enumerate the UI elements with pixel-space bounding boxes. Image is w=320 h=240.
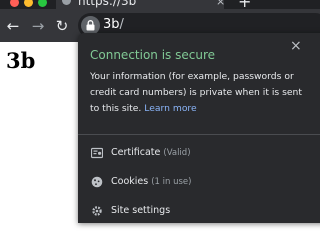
connection-description: Your information (for example, passwords… [90, 69, 312, 117]
tab-title: https://3b [78, 0, 137, 8]
minimize-window-button[interactable] [24, 0, 33, 7]
site-settings-item[interactable]: Site settings [78, 201, 320, 223]
close-window-button[interactable] [10, 0, 19, 7]
certificate-item[interactable]: Certificate (Valid) [78, 143, 320, 165]
reload-button[interactable]: ↻ [53, 17, 71, 35]
learn-more-link[interactable]: Learn more [144, 103, 196, 114]
cookies-label: Cookies (1 in use) [111, 176, 191, 187]
gear-icon [92, 206, 102, 216]
certificate-icon [91, 147, 103, 159]
cookies-item[interactable]: Cookies (1 in use) [78, 172, 320, 194]
certificate-label: Certificate (Valid) [111, 147, 191, 158]
tab-close-icon[interactable]: × [216, 0, 224, 8]
url-text[interactable]: 3b/ [103, 17, 124, 32]
forward-button[interactable]: → [29, 17, 47, 35]
url-path: / [119, 17, 124, 32]
globe-icon [62, 0, 71, 5]
cookies-label-text: Cookies [111, 176, 149, 187]
connection-status-title: Connection is secure [90, 48, 216, 62]
url-host: 3b [103, 17, 120, 32]
lock-icon [86, 20, 95, 31]
back-button[interactable]: ← [4, 17, 22, 35]
site-settings-label: Site settings [111, 205, 171, 216]
zoom-window-button[interactable] [38, 0, 47, 7]
cookies-count: (1 in use) [151, 177, 192, 187]
certificate-label-text: Certificate [111, 147, 161, 158]
page-heading: 3b [6, 48, 36, 73]
title-bar: https://3b × + [0, 0, 320, 10]
popup-divider [78, 134, 320, 135]
popup-close-icon[interactable]: × [290, 39, 302, 53]
browser-tab[interactable]: https://3b × [56, 0, 224, 9]
certificate-status: (Valid) [163, 148, 191, 158]
cookie-icon [91, 176, 103, 188]
site-info-popup: × Connection is secure Your information … [78, 33, 320, 223]
